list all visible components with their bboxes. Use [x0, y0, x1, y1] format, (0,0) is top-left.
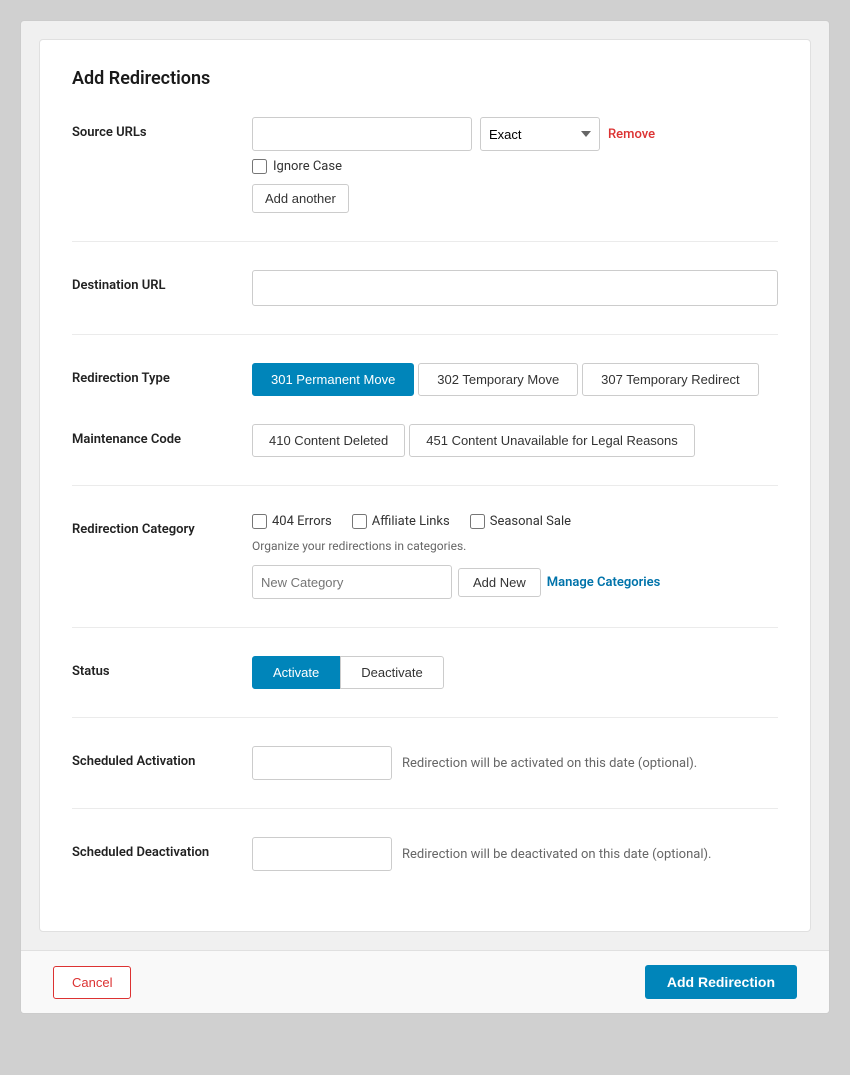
scheduled-deactivation-content: Redirection will be deactivated on this …	[252, 837, 778, 871]
source-url-input[interactable]	[252, 117, 472, 151]
page-title: Add Redirections	[72, 68, 778, 89]
category-404-checkbox[interactable]	[252, 514, 267, 529]
divider-2	[72, 334, 778, 335]
remove-link[interactable]: Remove	[608, 127, 655, 142]
scheduled-deactivation-input-row: Redirection will be deactivated on this …	[252, 837, 778, 871]
destination-url-row: Destination URL	[72, 270, 778, 306]
activate-button[interactable]: Activate	[252, 656, 340, 689]
redirection-category-content: 404 Errors Affiliate Links Seasonal Sale…	[252, 514, 778, 599]
manage-categories-link[interactable]: Manage Categories	[547, 575, 661, 590]
scheduled-activation-label: Scheduled Activation	[72, 746, 252, 769]
type-btn-301[interactable]: 301 Permanent Move	[252, 363, 414, 396]
redirection-category-label: Redirection Category	[72, 514, 252, 537]
add-another-button[interactable]: Add another	[252, 184, 349, 213]
redirection-type-label: Redirection Type	[72, 363, 252, 386]
add-new-category-button[interactable]: Add New	[458, 568, 541, 597]
category-affiliate-checkbox[interactable]	[352, 514, 367, 529]
scheduled-deactivation-row: Scheduled Deactivation Redirection will …	[72, 837, 778, 871]
new-category-input[interactable]	[252, 565, 452, 599]
source-url-input-row: Exact Regex Plain Remove	[252, 117, 778, 151]
ignore-case-label[interactable]: Ignore Case	[273, 159, 342, 174]
category-seasonal-sale: Seasonal Sale	[470, 514, 571, 529]
maintenance-code-group: 410 Content Deleted 451 Content Unavaila…	[252, 424, 778, 457]
category-checkboxes: 404 Errors Affiliate Links Seasonal Sale	[252, 514, 778, 529]
maintenance-code-content: 410 Content Deleted 451 Content Unavaila…	[252, 424, 778, 457]
cancel-button[interactable]: Cancel	[53, 966, 131, 999]
status-label: Status	[72, 656, 252, 679]
scheduled-activation-input-row: Redirection will be activated on this da…	[252, 746, 778, 780]
status-row: Status Activate Deactivate	[72, 656, 778, 689]
redirection-type-row: Redirection Type 301 Permanent Move 302 …	[72, 363, 778, 396]
status-content: Activate Deactivate	[252, 656, 778, 689]
source-urls-content: Exact Regex Plain Remove Ignore Case Add…	[252, 117, 778, 213]
category-affiliate-links: Affiliate Links	[352, 514, 450, 529]
deactivate-button[interactable]: Deactivate	[340, 656, 443, 689]
ignore-case-checkbox[interactable]	[252, 159, 267, 174]
redirection-type-content: 301 Permanent Move 302 Temporary Move 30…	[252, 363, 778, 396]
source-urls-row: Source URLs Exact Regex Plain Remove Ign…	[72, 117, 778, 213]
scheduled-activation-content: Redirection will be activated on this da…	[252, 746, 778, 780]
organize-hint: Organize your redirections in categories…	[252, 539, 778, 553]
destination-url-label: Destination URL	[72, 270, 252, 293]
maint-btn-451[interactable]: 451 Content Unavailable for Legal Reason…	[409, 424, 695, 457]
type-btn-307[interactable]: 307 Temporary Redirect	[582, 363, 759, 396]
divider-6	[72, 808, 778, 809]
redirection-category-row: Redirection Category 404 Errors Affiliat…	[72, 514, 778, 599]
redirection-type-group: 301 Permanent Move 302 Temporary Move 30…	[252, 363, 778, 396]
destination-url-content	[252, 270, 778, 306]
scheduled-deactivation-label: Scheduled Deactivation	[72, 837, 252, 860]
destination-url-input[interactable]	[252, 270, 778, 306]
scheduled-deactivation-input[interactable]	[252, 837, 392, 871]
match-type-select[interactable]: Exact Regex Plain	[480, 117, 600, 151]
type-btn-302[interactable]: 302 Temporary Move	[418, 363, 578, 396]
ignore-case-row: Ignore Case	[252, 159, 778, 174]
category-404-errors: 404 Errors	[252, 514, 332, 529]
maint-btn-410[interactable]: 410 Content Deleted	[252, 424, 405, 457]
maintenance-code-label: Maintenance Code	[72, 424, 252, 447]
category-404-label[interactable]: 404 Errors	[272, 514, 332, 529]
modal-body: Add Redirections Source URLs Exact Regex…	[39, 39, 811, 932]
scheduled-activation-hint: Redirection will be activated on this da…	[402, 756, 697, 771]
category-seasonal-label[interactable]: Seasonal Sale	[490, 514, 571, 529]
maintenance-code-row: Maintenance Code 410 Content Deleted 451…	[72, 424, 778, 457]
scheduled-activation-input[interactable]	[252, 746, 392, 780]
category-affiliate-label[interactable]: Affiliate Links	[372, 514, 450, 529]
modal-container: Add Redirections Source URLs Exact Regex…	[20, 20, 830, 1014]
add-redirection-button[interactable]: Add Redirection	[645, 965, 797, 999]
divider-3	[72, 485, 778, 486]
category-seasonal-checkbox[interactable]	[470, 514, 485, 529]
divider-4	[72, 627, 778, 628]
scheduled-activation-row: Scheduled Activation Redirection will be…	[72, 746, 778, 780]
divider-1	[72, 241, 778, 242]
divider-5	[72, 717, 778, 718]
new-category-row: Add New Manage Categories	[252, 565, 778, 599]
source-urls-label: Source URLs	[72, 117, 252, 140]
status-group: Activate Deactivate	[252, 656, 778, 689]
modal-footer: Cancel Add Redirection	[21, 950, 829, 1013]
scheduled-deactivation-hint: Redirection will be deactivated on this …	[402, 847, 711, 862]
